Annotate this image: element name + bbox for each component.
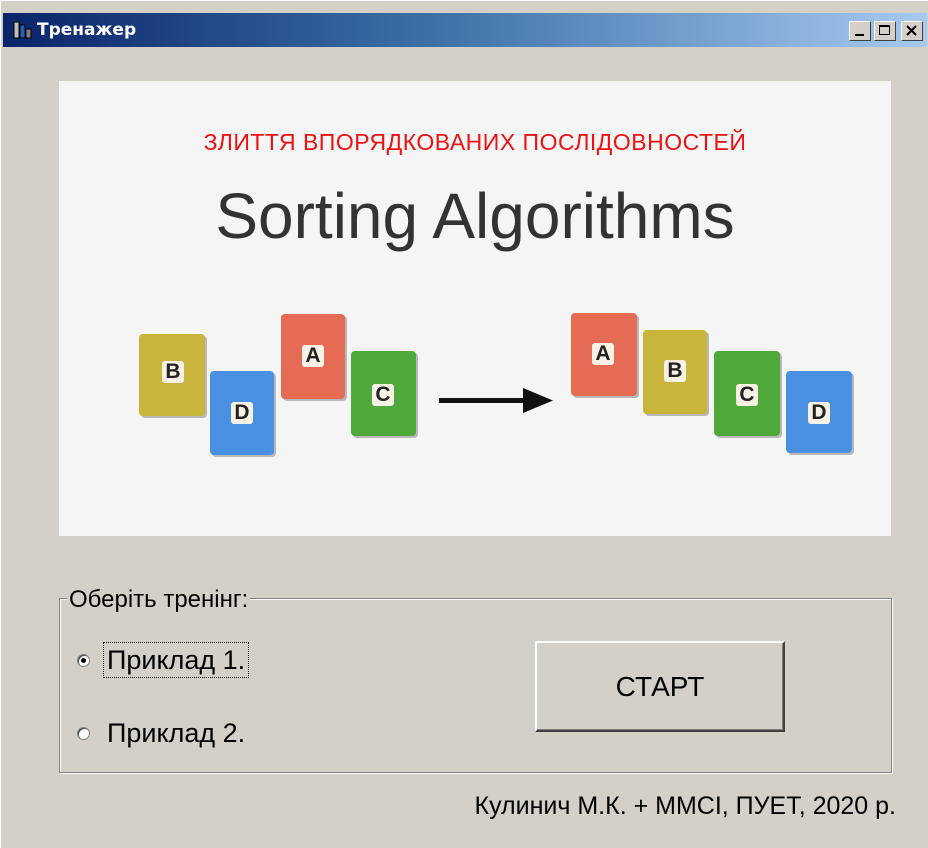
radio-example-2[interactable] bbox=[77, 727, 90, 740]
card-letter: C bbox=[372, 384, 394, 406]
card-unsorted-1: B bbox=[139, 334, 205, 416]
card-sorted-2: B bbox=[643, 330, 707, 414]
training-legend: Оберіть тренінг: bbox=[67, 586, 251, 614]
arrow-right-icon bbox=[439, 388, 553, 413]
card-letter: D bbox=[808, 402, 830, 424]
window-title: Тренажер bbox=[37, 20, 137, 40]
card-letter: D bbox=[231, 402, 253, 424]
card-letter: A bbox=[302, 345, 324, 367]
card-letter: B bbox=[162, 361, 184, 383]
title-bar[interactable]: Тренажер bbox=[3, 13, 927, 47]
banner-subtitle: ЗЛИТТЯ ВПОРЯДКОВАНИХ ПОСЛІДОВНОСТЕЙ bbox=[203, 129, 747, 155]
card-letter: B bbox=[664, 360, 686, 382]
radio-example-1-label[interactable]: Приклад 1. bbox=[102, 642, 250, 678]
minimize-button[interactable] bbox=[849, 21, 871, 41]
maximize-button[interactable] bbox=[874, 21, 896, 41]
app-window: Тренажер ЗЛИТТЯ ВПОРЯДКОВАНИХ ПОСЛІДОВНО… bbox=[0, 0, 928, 848]
banner-image: ЗЛИТТЯ ВПОРЯДКОВАНИХ ПОСЛІДОВНОСТЕЙ Sort… bbox=[59, 81, 891, 536]
banner-title: Sorting Algorithms bbox=[215, 180, 735, 252]
radio-selected-dot bbox=[81, 658, 86, 663]
card-unsorted-2: D bbox=[210, 371, 274, 455]
footer-credits: Кулинич М.К. + ММСІ, ПУЕТ, 2020 р. bbox=[474, 792, 896, 820]
card-sorted-4: D bbox=[786, 371, 852, 453]
app-icon bbox=[13, 21, 32, 39]
start-button[interactable]: СТАРТ bbox=[535, 641, 785, 732]
close-icon bbox=[906, 25, 917, 36]
card-unsorted-3: A bbox=[281, 314, 345, 399]
close-button[interactable] bbox=[901, 21, 923, 41]
card-letter: C bbox=[736, 384, 758, 406]
minimize-icon bbox=[855, 34, 864, 36]
card-sorted-1: A bbox=[571, 313, 637, 396]
card-sorted-3: C bbox=[714, 351, 780, 436]
card-letter: A bbox=[592, 343, 614, 365]
maximize-icon bbox=[879, 25, 890, 35]
radio-example-2-label[interactable]: Приклад 2. bbox=[107, 717, 245, 749]
radio-example-1[interactable] bbox=[77, 654, 90, 667]
card-unsorted-4: C bbox=[351, 351, 416, 436]
